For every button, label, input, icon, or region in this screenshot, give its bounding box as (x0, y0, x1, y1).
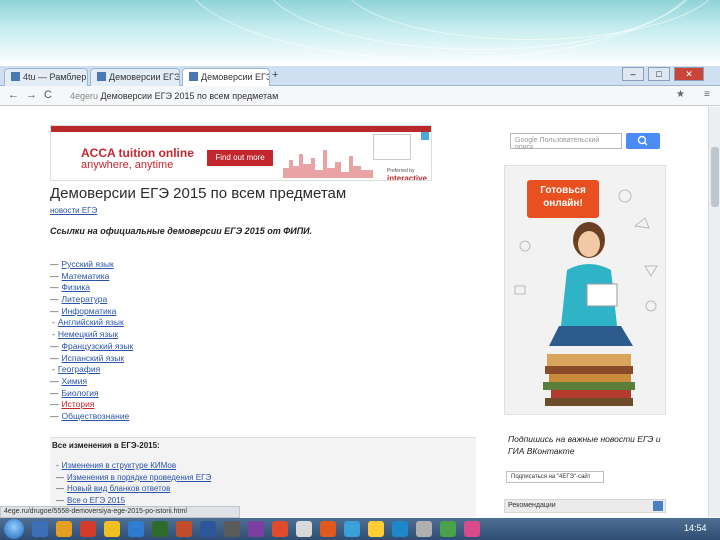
ad-brand: Preferred by interactive (387, 168, 428, 181)
site-favicon-icon (97, 72, 106, 81)
yandex-icon[interactable] (368, 521, 384, 537)
list-item[interactable]: — Изменения в порядке проведения ЕГЭ (56, 472, 211, 484)
url-prefix: 4egeru (70, 91, 99, 101)
maximize-button[interactable]: □ (648, 67, 670, 81)
navigation-bar: ← → C 4egeru Демоверсии ЕГЭ 2015 по всем… (0, 86, 720, 106)
list-item[interactable]: — Биология (50, 388, 133, 400)
changes-box: Все изменения в ЕГЭ-2015: - Изменения в с… (50, 437, 476, 517)
list-item[interactable]: — История (50, 399, 133, 411)
bookmark-star-icon[interactable]: ★ (676, 89, 685, 100)
scrollbar-thumb[interactable] (711, 147, 719, 207)
ad-tagline: anywhere, anytime (81, 159, 174, 171)
student-illustration-icon (514, 189, 658, 406)
back-button[interactable]: ← (8, 89, 19, 101)
changes-list: - Изменения в структуре КИМов — Изменения … (56, 460, 211, 506)
tab-bar: 4tu — Рамблер Демоверсии ЕГЭ Демоверсии … (0, 66, 720, 86)
city-skyline-icon (283, 150, 373, 178)
url-text: Демоверсии ЕГЭ 2015 по всем предметам (100, 91, 279, 101)
lead-text: Ссылки на официальные демоверсии ЕГЭ 201… (50, 226, 313, 236)
address-bar[interactable]: 4egeru Демоверсии ЕГЭ 2015 по всем предм… (60, 89, 690, 103)
tab-demo-1[interactable]: Демоверсии ЕГЭ (90, 68, 180, 86)
search-icon (637, 135, 648, 146)
media-player-icon[interactable] (80, 521, 96, 537)
list-item[interactable]: — Все о ЕГЭ 2015 (56, 495, 211, 507)
chrome-icon[interactable] (104, 521, 120, 537)
search-input[interactable]: Google Пользовательский поиск (510, 133, 622, 151)
app-icon[interactable] (224, 521, 240, 537)
ad-logo-box (373, 134, 411, 160)
status-bar: 4ege.ru/drugoe/5558-demoversiya-ege-2015… (0, 506, 240, 518)
app-icon[interactable] (392, 521, 408, 537)
ad-find-out-more-button[interactable]: Find out more (207, 150, 273, 166)
list-item[interactable]: - Изменения в структуре КИМов (56, 460, 211, 472)
list-item[interactable]: - Немецкий язык (50, 329, 133, 341)
site-favicon-icon (189, 72, 198, 81)
ad-title: ACCA tuition online (81, 146, 194, 160)
tab-demo-active[interactable]: Демоверсии ЕГЭ× (182, 68, 270, 86)
minimize-button[interactable]: – (622, 67, 644, 81)
page-title: Демоверсии ЕГЭ 2015 по всем предметам (50, 185, 347, 202)
forward-button[interactable]: → (26, 89, 37, 101)
list-item[interactable]: — Обществознание (50, 411, 133, 423)
list-item[interactable]: — Русский язык (50, 259, 133, 271)
vertical-scrollbar[interactable] (708, 107, 720, 517)
word-icon[interactable] (200, 521, 216, 537)
list-item[interactable]: - География (50, 364, 133, 376)
menu-icon[interactable]: ≡ (704, 89, 710, 100)
list-item[interactable]: — Литература (50, 294, 133, 306)
breadcrumb[interactable]: новости ЕГЭ (50, 206, 97, 215)
online-prep-promo[interactable]: Готовься онлайн! (504, 165, 666, 415)
rambler-favicon-icon (11, 72, 20, 81)
app-icon[interactable] (464, 521, 480, 537)
explorer-folder-icon[interactable] (56, 521, 72, 537)
close-icon[interactable] (653, 501, 663, 511)
list-item[interactable]: — Информатика (50, 306, 133, 318)
tab-rambler[interactable]: 4tu — Рамблер (4, 68, 88, 86)
system-clock: 14:54 (684, 523, 707, 533)
vk-subscribe-button[interactable]: Подписаться на "4ЕГЭ"-сайт (506, 471, 604, 483)
app-icon[interactable] (344, 521, 360, 537)
opera-icon[interactable] (272, 521, 288, 537)
ad-choices-icon[interactable] (421, 132, 429, 140)
firefox-icon[interactable] (320, 521, 336, 537)
vk-subscribe-text: Подпишись на важные новости ЕГЭ и ГИА ВК… (508, 434, 661, 456)
app-icon[interactable] (416, 521, 432, 537)
subjects-list: — Русский язык — Математика — Физика — Литер… (50, 259, 133, 423)
system-tray[interactable] (504, 521, 624, 537)
windows-taskbar: 14:54 (0, 518, 720, 540)
sidebar: Google Пользовательский поиск Готовься о… (502, 107, 672, 517)
excel-icon[interactable] (152, 521, 168, 537)
powerpoint-icon[interactable] (176, 521, 192, 537)
start-button[interactable] (4, 519, 24, 539)
ie-icon[interactable] (32, 521, 48, 537)
list-item[interactable]: — Физика (50, 282, 133, 294)
new-tab-button[interactable]: + (272, 69, 278, 81)
close-window-button[interactable]: ✕ (674, 67, 704, 81)
slide-header-decoration (0, 0, 720, 66)
search-button[interactable] (626, 133, 660, 149)
reload-button[interactable]: C (44, 89, 52, 101)
list-item[interactable]: — Французский язык (50, 341, 133, 353)
list-item[interactable]: — Математика (50, 271, 133, 283)
main-content: ACCA tuition online anywhere, anytime Fi… (48, 107, 480, 517)
skype-icon[interactable] (128, 521, 144, 537)
list-item[interactable]: - Английский язык (50, 317, 133, 329)
acca-banner-ad[interactable]: ACCA tuition online anywhere, anytime Fi… (50, 125, 432, 181)
list-item[interactable]: — Новый вид бланков ответов (56, 483, 211, 495)
web-page: ACCA tuition online anywhere, anytime Fi… (0, 107, 708, 517)
list-item[interactable]: — Химия (50, 376, 133, 388)
ad-top-bar (51, 126, 431, 132)
app-icon[interactable] (296, 521, 312, 537)
changes-heading: Все изменения в ЕГЭ-2015: (52, 441, 160, 450)
recommendations-header: Рекомендации (504, 499, 666, 513)
app-icon[interactable] (248, 521, 264, 537)
app-icon[interactable] (440, 521, 456, 537)
list-item[interactable]: — Испанский язык (50, 353, 133, 365)
